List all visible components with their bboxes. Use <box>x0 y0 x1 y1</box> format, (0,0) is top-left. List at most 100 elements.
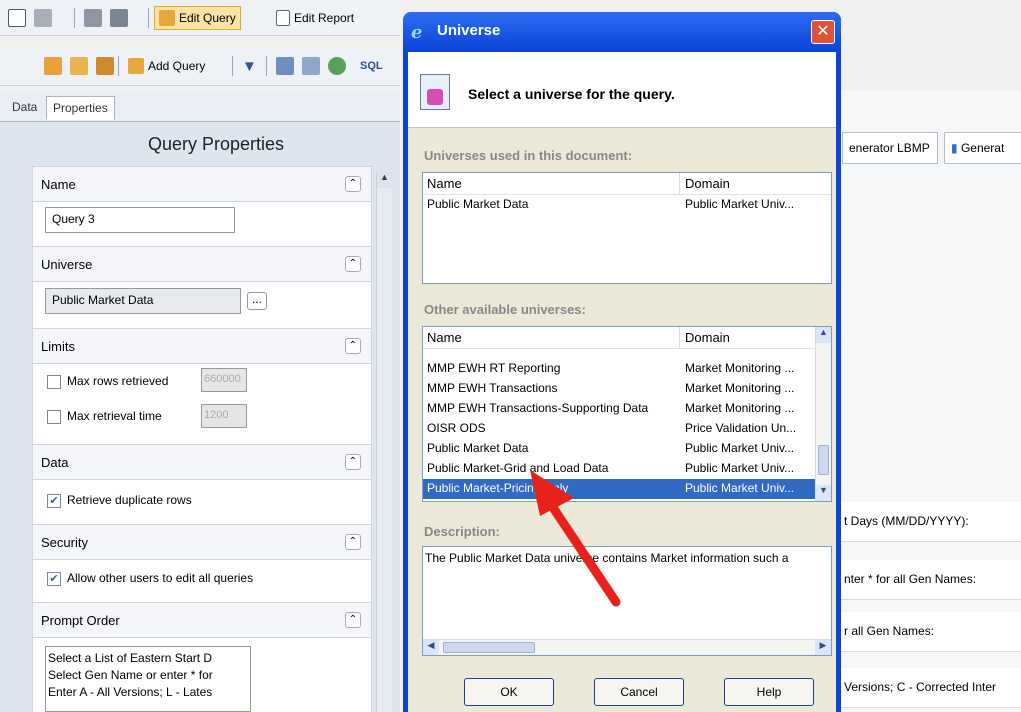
section-name[interactable]: Name ⌃ <box>32 166 372 202</box>
scope-icon <box>302 57 320 75</box>
universe-domain: Market Monitoring ... <box>685 361 795 375</box>
tab-data[interactable]: Data <box>6 96 43 120</box>
print-button[interactable] <box>80 6 106 30</box>
list-item[interactable]: MMP EWH Transactions Market Monitoring ..… <box>423 379 831 399</box>
edit-report-label: Edit Report <box>294 11 355 25</box>
scroll-thumb[interactable] <box>443 642 535 653</box>
collapse-icon[interactable]: ⌃ <box>345 534 361 550</box>
list-item[interactable]: Public Market Data Public Market Univ... <box>423 195 831 215</box>
section-universe[interactable]: Universe ⌃ <box>32 246 372 282</box>
universe-domain: Public Market Univ... <box>685 461 795 475</box>
max-rows-input[interactable]: 660000 <box>201 368 247 392</box>
view-button[interactable] <box>106 6 132 30</box>
scope-button[interactable] <box>298 54 324 78</box>
dialog-titlebar[interactable]: e Universe ✕ <box>403 12 841 52</box>
panel-tabs: Data Properties <box>0 90 400 122</box>
scroll-right-arrow[interactable]: ▶ <box>815 640 831 655</box>
prompt-order-list[interactable]: Select a List of Eastern Start D Select … <box>45 646 251 712</box>
allow-edit-checkbox[interactable]: ✔ <box>47 572 61 586</box>
universe-name: Public Market Data <box>427 197 529 211</box>
scroll-left-arrow[interactable]: ◀ <box>423 640 439 655</box>
universe-name: OISR ODS <box>427 421 486 435</box>
section-prompt-order-label: Prompt Order <box>41 613 120 628</box>
collapse-icon[interactable]: ⌃ <box>345 256 361 272</box>
scroll-down-arrow[interactable]: ▼ <box>816 485 831 501</box>
used-universes-list[interactable]: Name Domain Public Market Data Public Ma… <box>422 172 832 284</box>
properties-button[interactable] <box>92 54 118 78</box>
section-limits-body: Max rows retrieved 660000 Max retrieval … <box>32 364 372 444</box>
new-document-button[interactable] <box>4 6 30 30</box>
collapse-icon[interactable]: ⌃ <box>345 338 361 354</box>
data-view-icon <box>70 57 88 75</box>
universe-domain: Public Market Univ... <box>685 441 795 455</box>
toolbar-separator <box>118 56 119 76</box>
browse-universe-button[interactable]: ... <box>247 292 267 310</box>
dialog-heading: Select a universe for the query. <box>468 86 675 102</box>
panel-title: Query Properties <box>148 134 285 154</box>
collapse-icon[interactable]: ⌃ <box>345 176 361 192</box>
close-icon: ✕ <box>816 23 830 40</box>
edit-query-button[interactable]: Edit Query <box>154 6 241 30</box>
section-security[interactable]: Security ⌃ <box>32 524 372 560</box>
list-scrollbar[interactable]: ▲ ▼ <box>815 327 831 501</box>
toolbar-separator <box>266 56 267 76</box>
close-button[interactable]: ✕ <box>811 20 835 44</box>
list-item[interactable]: Public Market Data Public Market Univ... <box>423 439 831 459</box>
report-tab-generator[interactable]: ▮ Generat <box>944 132 1021 164</box>
query-panel-button[interactable] <box>40 54 66 78</box>
grid-button[interactable] <box>272 54 298 78</box>
description-hscroll[interactable]: ◀ ▶ <box>423 639 831 655</box>
collapse-icon[interactable]: ⌃ <box>345 612 361 628</box>
prompt-item[interactable]: Select a List of Eastern Start D <box>48 650 248 667</box>
section-data[interactable]: Data ⌃ <box>32 444 372 480</box>
print-icon <box>84 9 102 27</box>
filter-button[interactable]: ▼ <box>238 54 261 78</box>
help-button[interactable]: Help <box>724 678 814 706</box>
prompt-item[interactable]: Enter A - All Versions; L - Lates <box>48 684 248 701</box>
data-view-button[interactable] <box>66 54 92 78</box>
dialog-title: Universe <box>437 22 501 39</box>
add-query-button[interactable]: Add Query <box>124 54 209 78</box>
max-time-checkbox[interactable] <box>47 410 61 424</box>
query-panel-icon <box>44 57 62 75</box>
column-divider <box>679 327 680 349</box>
scroll-thumb[interactable] <box>818 445 829 475</box>
panel-scrollbar[interactable]: ▲ <box>376 172 392 712</box>
query-name-input[interactable]: Query 3 <box>45 207 235 233</box>
description-label: Description: <box>424 524 500 539</box>
edit-query-icon <box>159 10 175 26</box>
refresh-button[interactable] <box>324 54 350 78</box>
column-domain[interactable]: Domain <box>685 176 730 191</box>
list-item[interactable]: MMP EWH RT Reporting Market Monitoring ..… <box>423 359 831 379</box>
report-tab-generator-lbmp[interactable]: enerator LBMP <box>842 132 938 164</box>
report-tab-icon: ▮ <box>951 141 958 155</box>
universe-icon <box>420 74 450 110</box>
sql-button[interactable]: SQL <box>356 54 387 78</box>
column-domain[interactable]: Domain <box>685 330 730 345</box>
retrieve-duplicate-checkbox[interactable]: ✔ <box>47 494 61 508</box>
edit-report-button[interactable]: Edit Report <box>272 6 358 30</box>
ok-button[interactable]: OK <box>464 678 554 706</box>
section-prompt-order[interactable]: Prompt Order ⌃ <box>32 602 372 638</box>
ie-icon: e <box>411 22 423 43</box>
dialog-body: Select a universe for the query. Univers… <box>408 52 836 712</box>
save-button[interactable] <box>30 6 56 30</box>
collapse-icon[interactable]: ⌃ <box>345 454 361 470</box>
scroll-up-arrow[interactable]: ▲ <box>816 327 831 343</box>
universe-name: Public Market Data <box>427 441 529 455</box>
universe-field: Public Market Data <box>45 288 241 314</box>
list-item[interactable]: OISR ODS Price Validation Un... <box>423 419 831 439</box>
prompt-item[interactable]: Select Gen Name or enter * for <box>48 667 248 684</box>
column-name[interactable]: Name <box>427 176 462 191</box>
column-name[interactable]: Name <box>427 330 462 345</box>
list-item[interactable]: MMP EWH Transactions-Supporting Data Mark… <box>423 399 831 419</box>
cancel-button[interactable]: Cancel <box>594 678 684 706</box>
max-rows-checkbox[interactable] <box>47 375 61 389</box>
add-query-icon <box>128 58 144 74</box>
tab-properties[interactable]: Properties <box>46 96 115 120</box>
prompt-row-label: Versions; C - Corrected Inter <box>844 680 997 694</box>
scroll-up-arrow[interactable]: ▲ <box>377 172 392 188</box>
max-time-input[interactable]: 1200 <box>201 404 247 428</box>
prompt-row: r all Gen Names: <box>840 612 1021 652</box>
section-limits[interactable]: Limits ⌃ <box>32 328 372 364</box>
